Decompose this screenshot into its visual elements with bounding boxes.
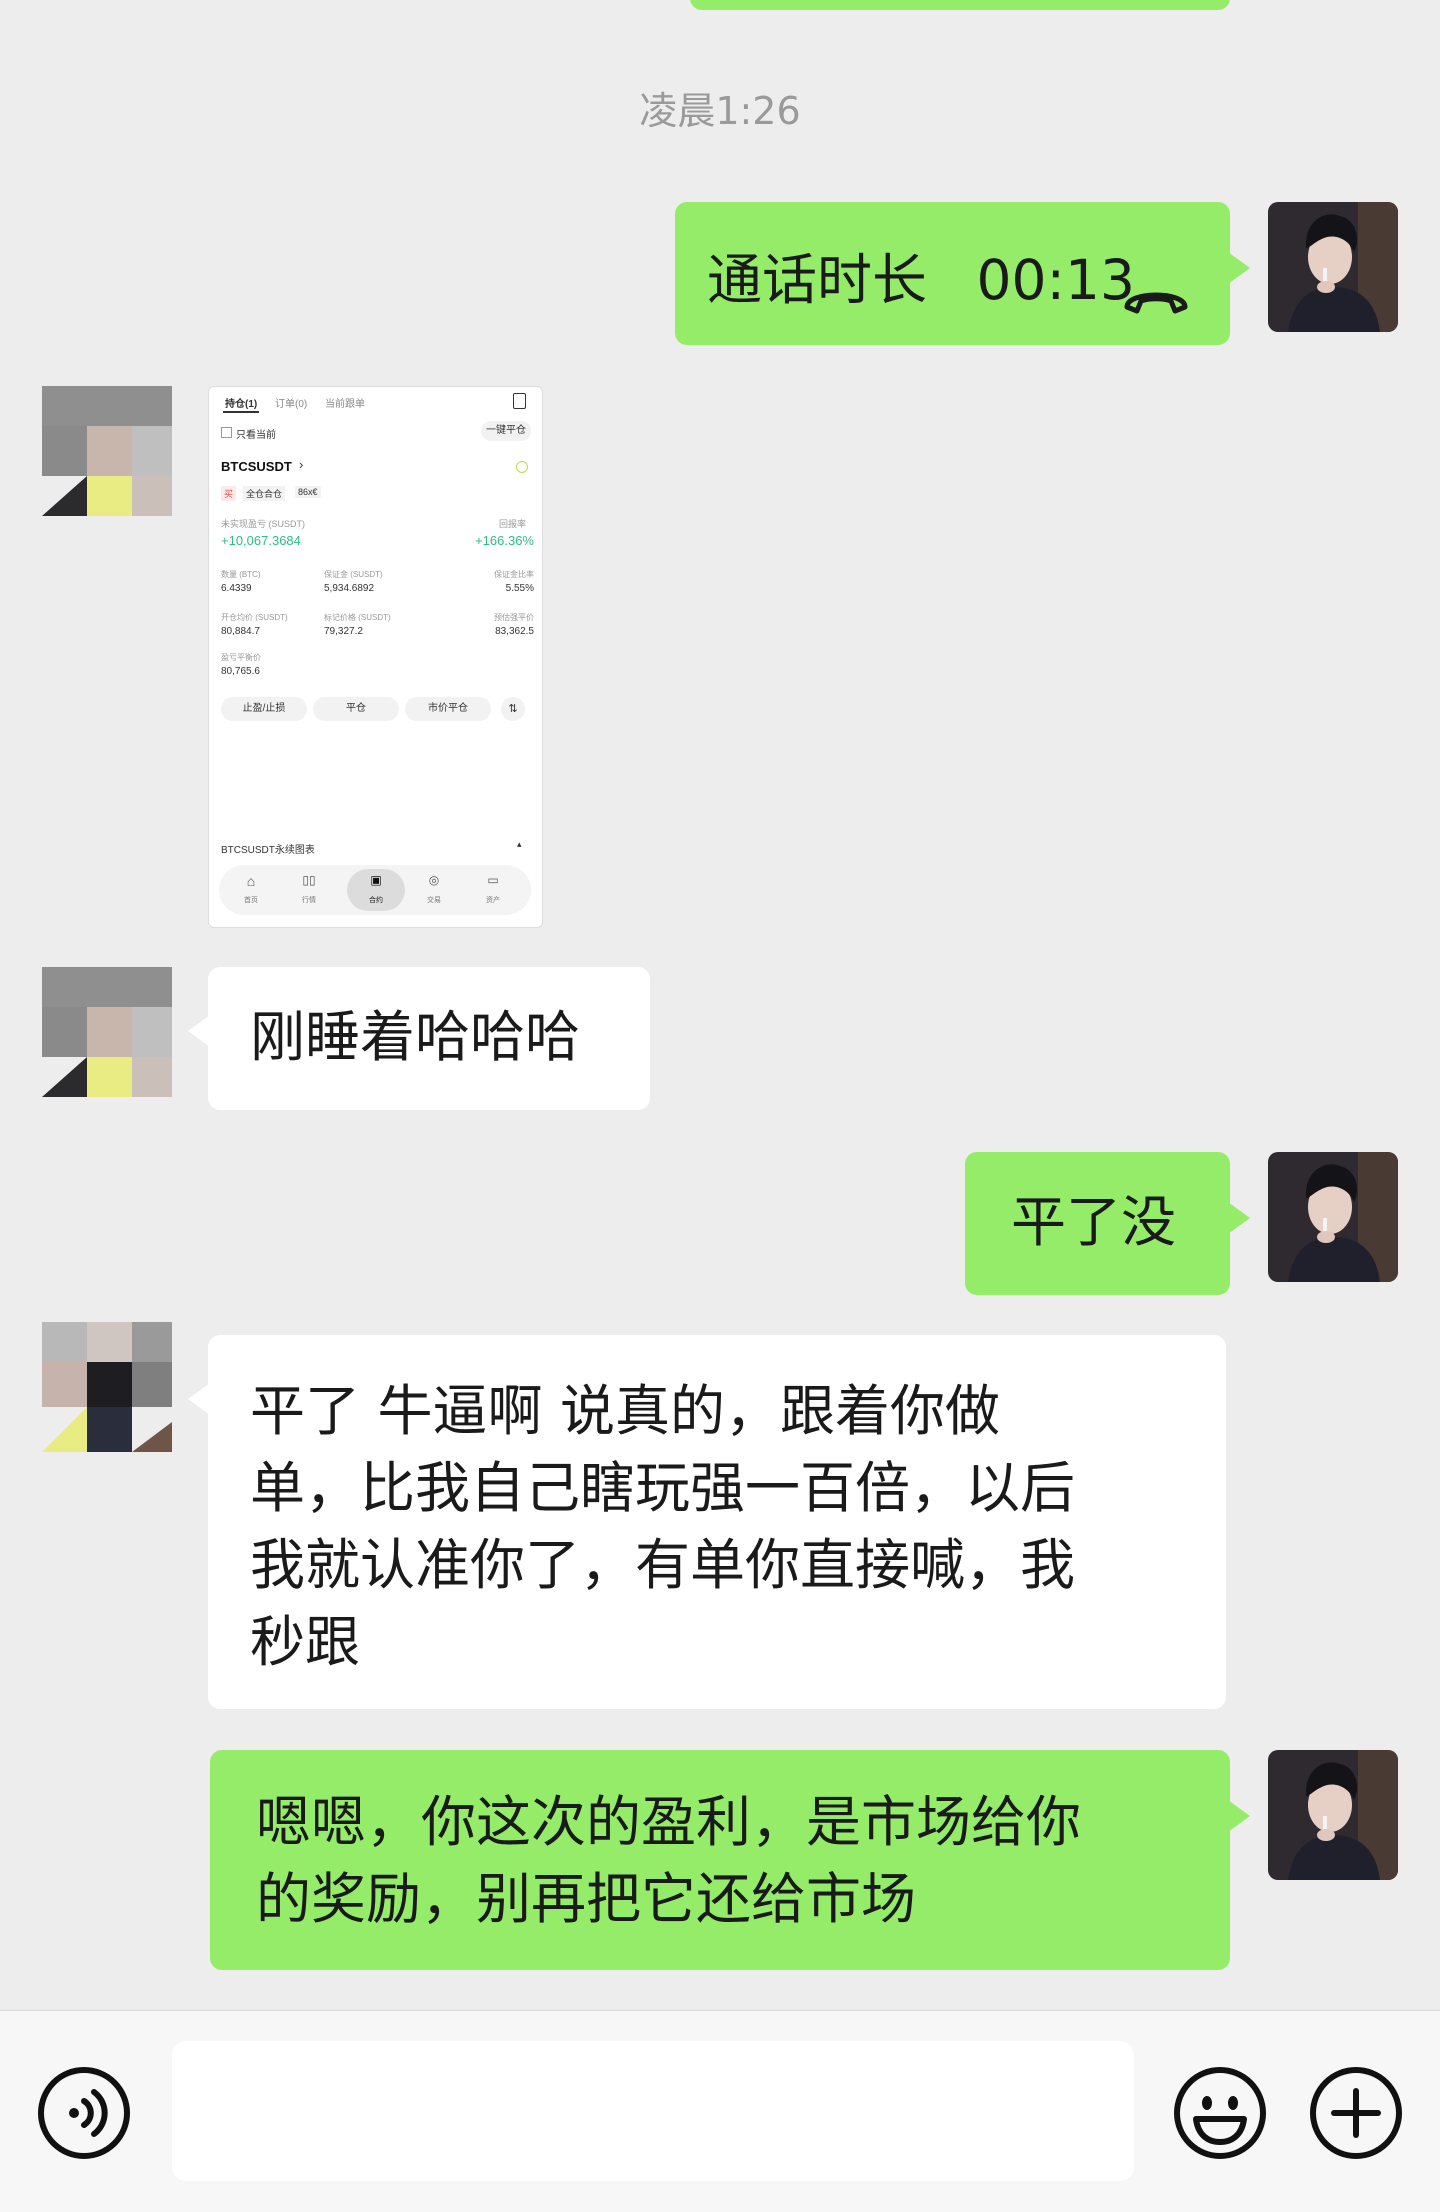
trade-icon: ◎ xyxy=(428,873,440,887)
margin-ratio-label: 保证金比率 xyxy=(494,570,534,579)
checkbox xyxy=(221,427,232,438)
chat-timestamp: 凌晨1:26 xyxy=(639,89,801,133)
nav-trade: 交易 xyxy=(427,897,441,904)
home-icon: ⌂ xyxy=(246,873,256,889)
input-bar xyxy=(0,2010,1440,2212)
collapse-icon: ▴ xyxy=(517,839,522,849)
symbol-label: BTCSUSDT xyxy=(221,459,292,474)
my-avatar[interactable] xyxy=(1268,1750,1398,1880)
message-line: 的奖励，别再把它还给市场 xyxy=(256,1867,917,1931)
message-text: 平了没 xyxy=(1011,1190,1177,1254)
chart-link-label: BTCSUSDT永续图表 xyxy=(221,845,315,856)
mark-price-value: 79,327.2 xyxy=(324,626,363,637)
nav-contract: 合约 xyxy=(369,897,383,904)
wallet-icon: ▭ xyxy=(487,873,499,887)
tp-sl-button: 止盈/止损 xyxy=(221,697,307,721)
chevron-right-icon: › xyxy=(299,457,304,472)
voice-button[interactable] xyxy=(36,2065,132,2161)
close-position-button: 平仓 xyxy=(313,697,399,721)
close-all-button: 一键平仓 xyxy=(481,421,531,441)
message-line: 平了 牛逼啊 说真的，跟着你做 xyxy=(250,1379,1000,1443)
swap-icon: ⇅ xyxy=(501,697,525,721)
pnl-value: +10,067.3684 xyxy=(221,533,301,548)
call-record-bubble[interactable]: 通话时长 00:13 xyxy=(675,202,1250,345)
contract-icon: ▣ xyxy=(370,873,382,887)
plus-button[interactable] xyxy=(1308,2065,1404,2161)
contact-avatar[interactable] xyxy=(42,967,172,1097)
call-duration: 00:13 xyxy=(976,248,1136,312)
market-close-button: 市价平仓 xyxy=(405,697,491,721)
tab-orders: 订单(0) xyxy=(275,399,308,410)
roe-value: +166.36% xyxy=(475,533,534,548)
entry-price-label: 开仓均价 (SUSDT) xyxy=(221,613,288,622)
document-icon xyxy=(513,393,526,409)
share-icon xyxy=(516,461,528,473)
margin-mode-tag: 全仓合仓 xyxy=(243,486,286,501)
tab-underline xyxy=(223,411,259,413)
contact-avatar[interactable] xyxy=(42,386,172,516)
margin-label: 保证金 (SUSDT) xyxy=(324,570,383,579)
nav-market: 行情 xyxy=(302,897,316,904)
emoji-button[interactable] xyxy=(1172,2065,1268,2161)
message-line: 秒跟 xyxy=(250,1610,361,1674)
my-avatar[interactable] xyxy=(1268,202,1398,332)
phone-hangup-icon xyxy=(1123,258,1189,335)
my-message-bubble[interactable]: 平了没 xyxy=(965,1152,1250,1295)
liq-price-label: 预估强平价 xyxy=(494,613,534,622)
contact-avatar[interactable] xyxy=(42,1322,172,1452)
shared-trade-screenshot[interactable]: 持仓(1) 订单(0) 当前跟单 只看当前 一键平仓 BTCSUSDT › 买 … xyxy=(208,386,543,928)
my-avatar[interactable] xyxy=(1268,1152,1398,1282)
contact-message-bubble[interactable]: 平了 牛逼啊 说真的，跟着你做 单，比我自己瞎玩强一百倍，以后 我就认准你了，有… xyxy=(188,1335,1226,1709)
nav-home: 首页 xyxy=(244,897,258,904)
my-message-bubble[interactable]: 嗯嗯，你这次的盈利，是市场给你 的奖励，别再把它还给市场 xyxy=(210,1750,1250,1970)
call-label: 通话时长 xyxy=(707,248,928,312)
only-current-label: 只看当前 xyxy=(236,430,276,441)
qty-value: 6.4339 xyxy=(221,583,252,594)
message-text: 刚睡着哈哈哈 xyxy=(250,1005,581,1069)
contact-message-bubble[interactable]: 刚睡着哈哈哈 xyxy=(188,967,650,1110)
breakeven-value: 80,765.6 xyxy=(221,666,260,677)
nav-assets: 资产 xyxy=(486,897,500,904)
entry-price-value: 80,884.7 xyxy=(221,626,260,637)
bottom-nav-bar: ⌂ ▯▯ ▣ ◎ ▭ 首页 行情 合约 交易 资产 xyxy=(219,865,531,915)
previous-message-bubble xyxy=(690,0,1230,10)
market-icon: ▯▯ xyxy=(302,873,316,887)
roe-label: 回报率 xyxy=(499,519,527,529)
tab-positions: 持仓(1) xyxy=(225,399,258,410)
message-line: 我就认准你了，有单你直接喊，我 xyxy=(250,1533,1076,1597)
message-line: 嗯嗯，你这次的盈利，是市场给你 xyxy=(256,1790,1082,1854)
margin-value: 5,934.6892 xyxy=(324,583,375,594)
message-line: 单，比我自己瞎玩强一百倍，以后 xyxy=(250,1456,1076,1520)
liq-price-value: 83,362.5 xyxy=(495,626,534,637)
side-tag: 买 xyxy=(221,486,237,501)
mark-price-label: 标记价格 (SUSDT) xyxy=(324,613,391,622)
leverage-tag: 86x€ xyxy=(295,486,321,498)
pnl-label: 未实现盈亏 (SUSDT) xyxy=(221,519,305,529)
margin-ratio-value: 5.55% xyxy=(505,583,534,594)
message-input[interactable] xyxy=(172,2041,1134,2181)
breakeven-label: 盈亏平衡价 xyxy=(221,653,261,662)
qty-label: 数量 (BTC) xyxy=(221,570,261,579)
tab-copy-orders: 当前跟单 xyxy=(325,399,365,410)
